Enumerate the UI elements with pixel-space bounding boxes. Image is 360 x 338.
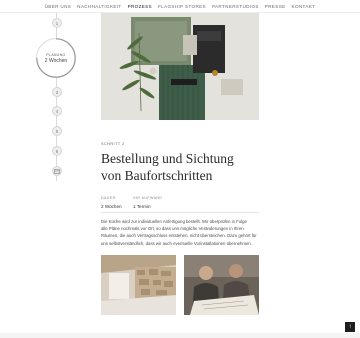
nav-item-partnerstudios[interactable]: PARTNERSTUDIOS [212, 4, 259, 9]
meta-value-duration: 2 Wochen [101, 204, 122, 209]
room-photo [101, 255, 176, 315]
meta-label-duration: DAUER [101, 196, 116, 200]
top-navigation: ÜBER UNS NACHHALTIGKEIT PROZESS FLAGSHIP… [0, 0, 360, 13]
nav-item-prozess[interactable]: PROZESS [128, 4, 152, 9]
nav-item-ueber-uns[interactable]: ÜBER UNS [45, 4, 72, 9]
arrow-up-icon: ↑ [348, 324, 352, 330]
step-5[interactable]: 5 [52, 126, 62, 136]
active-step[interactable]: PLANUNG 2 Wochen [36, 38, 76, 78]
back-to-top-button[interactable]: ↑ [345, 322, 355, 332]
step-1[interactable]: 1 [52, 18, 62, 28]
step-6[interactable]: 6 [52, 146, 62, 156]
footer [0, 333, 360, 338]
step-eyebrow: SCHRITT 2 [101, 142, 125, 146]
hero-moodboard-image [101, 13, 259, 120]
description-line: Die Küche wird zur individuellen Anferti… [101, 219, 247, 224]
title-line-1: Bestellung und Sichtung [101, 151, 234, 166]
nav-item-flagship-stores[interactable]: FLAGSHIP STORES [158, 4, 206, 9]
nav-item-nachhaltigkeit[interactable]: NACHHALTIGKEIT [77, 4, 121, 9]
title-line-2: von Baufortschritten [101, 168, 213, 183]
divider [101, 212, 259, 213]
description-line: alle Pläne nochmals vor Ort, so dass uns… [101, 226, 244, 232]
description-line: uns selbstverständlich, dass wir auch ev… [101, 240, 252, 246]
nav-item-presse[interactable]: PRESSE [265, 4, 286, 9]
nav-item-kontakt[interactable]: KONTAKT [292, 4, 316, 9]
step-description: Die Küche wird zur individuellen Anferti… [101, 218, 261, 247]
step-4[interactable]: 4 [52, 106, 62, 116]
step-kitchen[interactable] [52, 166, 62, 176]
kitchen-icon [54, 168, 60, 174]
meta-value-effort: 1 Termin [133, 204, 151, 209]
progress-ring [36, 38, 76, 78]
team-photo [184, 255, 259, 315]
meta-label-effort: IHR AUFWAND [133, 196, 163, 200]
page-title: Bestellung und Sichtung von Baufortschri… [101, 150, 291, 184]
step-3[interactable]: 3 [52, 87, 62, 97]
description-line: Räumen, die auch Vertragsschluss entsteh… [101, 233, 257, 239]
